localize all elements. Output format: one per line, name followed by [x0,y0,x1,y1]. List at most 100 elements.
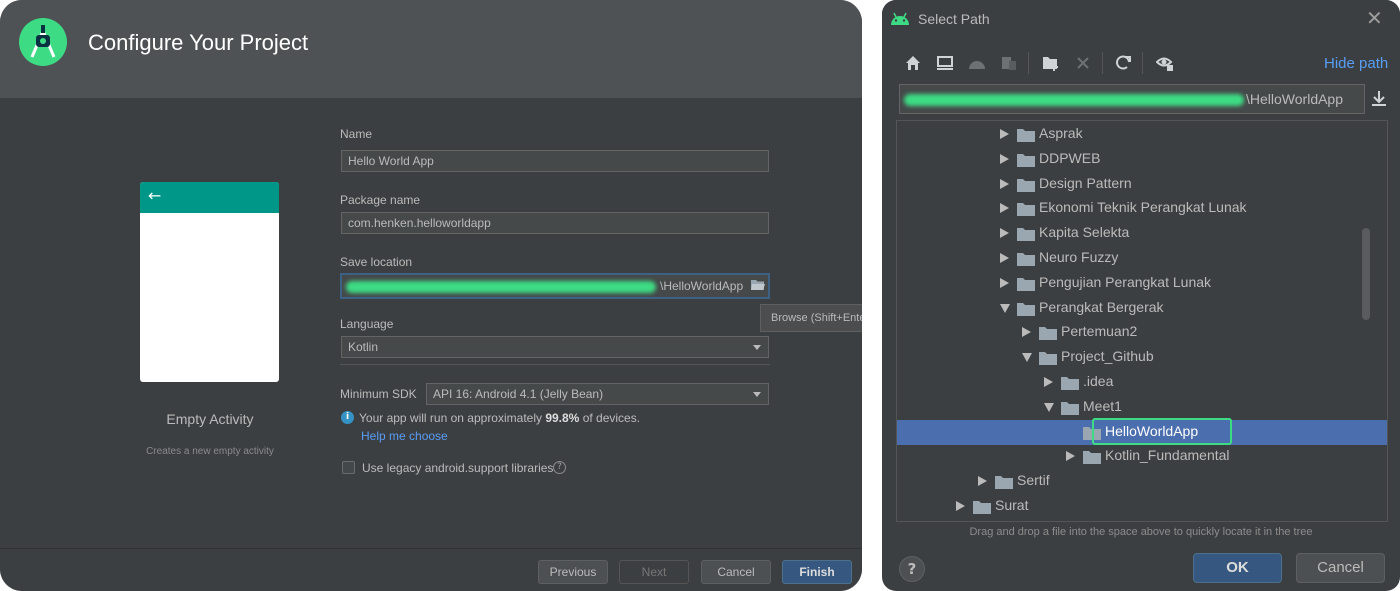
language-select[interactable]: Kotlin [341,336,769,358]
chevron-down-icon[interactable] [1000,303,1010,313]
tree-row[interactable]: Perangkat Bergerak [897,296,1387,321]
tree-row[interactable]: Kapita Selekta [897,221,1387,246]
chevron-down-icon [753,345,761,350]
min-sdk-select[interactable]: API 16: Android 4.1 (Jelly Bean) [426,383,769,405]
next-button[interactable]: Next [619,560,689,584]
chevron-right-icon[interactable] [1066,451,1075,462]
legacy-libraries-checkbox[interactable] [342,461,355,474]
chevron-right-icon[interactable] [1022,327,1031,338]
template-name: Empty Activity [166,411,254,427]
chevron-right-icon[interactable] [956,501,965,511]
select-path-dialog: Select Path ✕ Hide path \HelloWorldApp A… [882,0,1400,591]
folder-icon [1017,253,1035,266]
coverage-suffix: of devices. [579,411,641,425]
configure-project-window: Configure Your Project ← Empty Activity … [0,0,862,591]
tree-row[interactable]: Pertemuan2 [897,320,1387,345]
chevron-right-icon[interactable] [1000,153,1009,164]
tree-row[interactable]: Surat [897,494,1387,519]
template-preview: ← [140,182,279,382]
tree-label: DDPWEB [1039,149,1101,166]
file-tree[interactable]: Asprak DDPWEB Design Pattern Ekonomi Teknik… [896,120,1388,522]
refresh-icon[interactable] [1114,54,1132,72]
tree-label: Ekonomi Teknik Perangkat Lunak [1039,199,1247,216]
home-icon[interactable] [904,54,922,72]
previous-button[interactable]: Previous [538,560,608,584]
path-field[interactable]: \HelloWorldApp [899,84,1365,114]
tree-row[interactable]: HelloWorldApp [897,417,1387,445]
tree-label: Design Pattern [1039,174,1132,191]
toolbar-separator [1028,52,1029,74]
tree-row[interactable]: Sertif [897,469,1387,494]
tree-row[interactable]: Ekonomi Teknik Perangkat Lunak [897,196,1387,221]
folder-icon [1039,352,1057,366]
ok-button[interactable]: OK [1193,553,1282,583]
finish-button[interactable]: Finish [782,560,852,584]
desktop-icon[interactable] [936,54,954,72]
cancel-button[interactable]: Cancel [701,560,771,584]
save-location-field[interactable]: \HelloWorldApp [340,273,770,299]
chevron-right-icon[interactable] [978,476,987,487]
preview-app-bar: ← [140,182,279,213]
back-arrow-icon: ← [148,186,162,205]
cancel-button[interactable]: Cancel [1296,553,1385,583]
show-hidden-icon[interactable] [1156,54,1174,72]
toolbar-separator [1102,52,1103,74]
folder-icon [973,501,991,514]
tree-row[interactable]: Project_Github [897,345,1387,370]
folder-icon [1017,302,1035,316]
language-label: Language [340,317,394,331]
dialog-title: Select Path [918,11,990,27]
chevron-right-icon[interactable] [1000,253,1009,263]
tree-row[interactable]: Neuro Fuzzy [897,246,1387,271]
chevron-right-icon[interactable] [1000,129,1009,139]
help-question-icon[interactable]: ? [553,461,566,474]
tree-label: Perangkat Bergerak [1039,298,1164,315]
tree-row[interactable]: Design Pattern [897,172,1387,197]
name-field[interactable]: Hello World App [341,150,769,172]
legacy-libraries-label: Use legacy android.support libraries [362,461,554,475]
tree-label: Meet1 [1083,397,1122,414]
chevron-right-icon[interactable] [1000,203,1009,214]
tree-row[interactable]: Kotlin_Fundamental [897,444,1387,469]
chevron-down-icon[interactable] [1044,402,1054,412]
browse-folder-icon[interactable] [750,277,766,293]
language-value: Kotlin [348,340,379,354]
wizard-title: Configure Your Project [88,30,309,55]
help-button[interactable]: ? [899,556,925,582]
folder-icon [1017,178,1035,192]
hide-path-link[interactable]: Hide path [1324,55,1388,72]
tree-row[interactable]: DDPWEB [897,147,1387,172]
chevron-right-icon[interactable] [1000,228,1009,239]
coverage-prefix: Your app will run on approximately [359,411,546,425]
tree-label: Neuro Fuzzy [1039,249,1119,265]
tree-row[interactable]: .idea [897,370,1387,395]
new-folder-icon[interactable] [1042,54,1060,72]
device-coverage-text: Your app will run on approximately 99.8%… [359,411,640,425]
path-value: \HelloWorldApp [1246,91,1344,107]
folder-icon [1017,203,1035,217]
android-icon [891,12,909,25]
tree-label: Kapita Selekta [1039,224,1130,241]
tree-label: Asprak [1039,125,1083,141]
folder-icon [1083,451,1101,465]
tree-label: .idea [1083,373,1114,389]
folder-icon [1061,377,1079,390]
chevron-down-icon[interactable] [1022,353,1032,363]
tree-label: Project_Github [1061,348,1154,365]
tree-row[interactable]: Pengujian Perangkat Lunak [897,271,1387,296]
chevron-right-icon[interactable] [1000,277,1009,288]
chevron-right-icon[interactable] [1044,377,1053,387]
tree-row[interactable]: Asprak [897,122,1387,147]
save-location-label: Save location [340,255,413,269]
chevron-right-icon[interactable] [1000,178,1009,189]
min-sdk-value: API 16: Android 4.1 (Jelly Bean) [433,387,604,401]
tree-scrollbar[interactable] [1362,228,1370,320]
download-icon[interactable] [1370,89,1388,107]
help-me-choose-link[interactable]: Help me choose [361,429,448,443]
tree-label: Kotlin_Fundamental [1105,447,1230,464]
drag-drop-hint: Drag and drop a file into the space abov… [969,526,1313,538]
tree-row[interactable]: Meet1 [897,395,1387,420]
close-icon[interactable]: ✕ [1366,6,1383,30]
package-field[interactable]: com.henken.helloworldapp [341,212,769,234]
folder-icon [995,476,1013,490]
